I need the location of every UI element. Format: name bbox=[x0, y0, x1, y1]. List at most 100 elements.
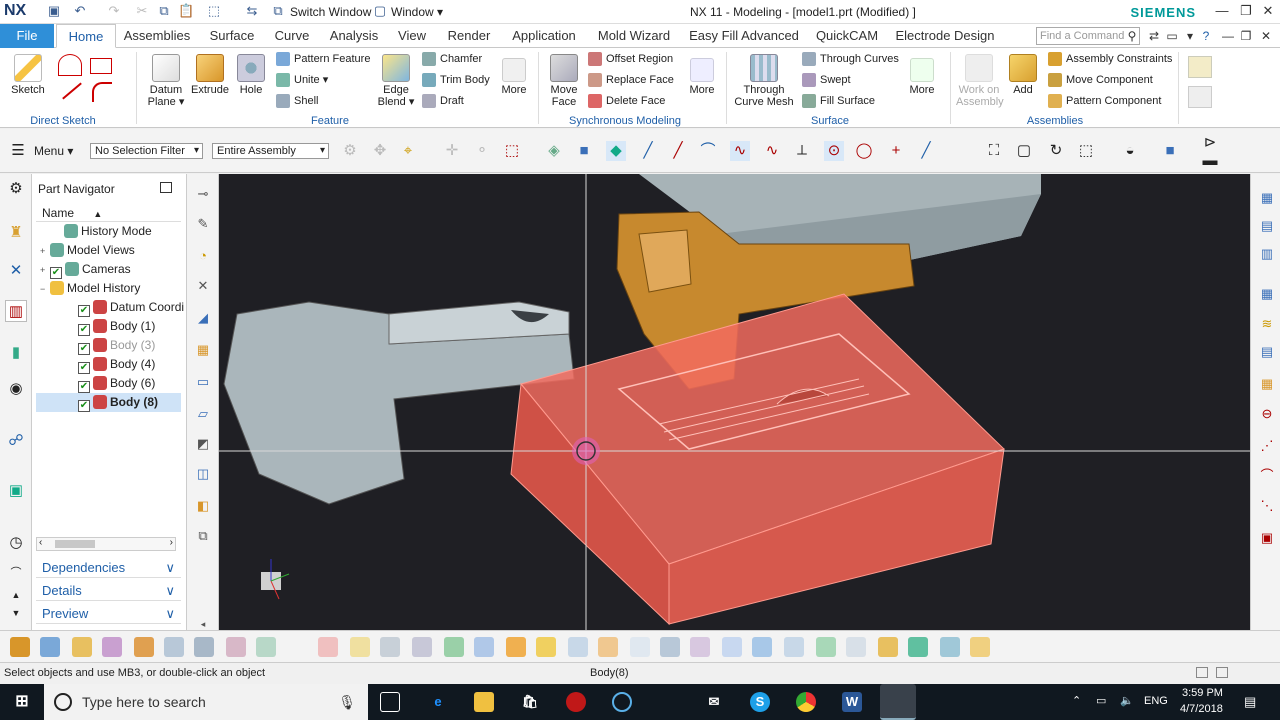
name-column-header[interactable]: Name ▲ bbox=[36, 204, 181, 222]
move-face-button[interactable]: Move Face bbox=[544, 54, 584, 108]
pattern-feature-button[interactable]: Pattern Feature bbox=[276, 50, 370, 68]
tab-curve[interactable]: Curve bbox=[268, 24, 316, 48]
toolbar-cylinder-icon[interactable] bbox=[72, 637, 92, 657]
toolbar-ribbed-icon[interactable] bbox=[752, 637, 772, 657]
chrome-icon[interactable] bbox=[796, 692, 816, 712]
visibility-checkbox[interactable]: ✔ bbox=[78, 381, 90, 393]
graphics-viewport[interactable] bbox=[219, 174, 1250, 630]
visibility-checkbox[interactable]: ✔ bbox=[78, 305, 90, 317]
toolbar-offset-icon[interactable] bbox=[412, 637, 432, 657]
status-fullscreen-icon[interactable] bbox=[1196, 667, 1208, 678]
chamfer-button[interactable]: Chamfer bbox=[422, 50, 482, 68]
toolbar-sphere-icon[interactable] bbox=[630, 637, 650, 657]
visibility-checkbox[interactable]: ✔ bbox=[78, 324, 90, 336]
toggle-icon[interactable]: ⇄ bbox=[1146, 28, 1162, 44]
redo-icon[interactable]: ↷ bbox=[106, 3, 122, 19]
toolbar-hand-icon[interactable] bbox=[970, 637, 990, 657]
toolbar-extract-icon[interactable] bbox=[380, 637, 400, 657]
scroll-left-icon[interactable]: ‹ bbox=[39, 537, 42, 548]
toolbar-arrow-icon[interactable] bbox=[444, 637, 464, 657]
select-all-icon[interactable]: ⌖ bbox=[398, 141, 418, 161]
dropdown-icon[interactable]: ▾ bbox=[1182, 28, 1198, 44]
right-tool-9-icon[interactable]: ⋰ bbox=[1257, 436, 1277, 456]
tree-row[interactable]: + ✔ Cameras bbox=[36, 260, 181, 279]
toolbar-project-icon[interactable] bbox=[318, 637, 338, 657]
copy-icon[interactable]: ⧉ bbox=[156, 3, 172, 19]
nx-app-icon[interactable] bbox=[880, 684, 916, 720]
toolbar-measure-icon[interactable] bbox=[940, 637, 960, 657]
language-indicator[interactable]: ENG bbox=[1144, 695, 1168, 707]
file-tab[interactable]: File bbox=[0, 24, 54, 48]
tab-easy-fill-advanced[interactable]: Easy Fill Advanced bbox=[686, 24, 802, 48]
measure-tool-icon[interactable]: ◔ bbox=[193, 246, 213, 266]
right-tool-6-icon[interactable]: ▤ bbox=[1257, 342, 1277, 362]
move-component-button[interactable]: Move Component bbox=[1048, 71, 1153, 89]
trim-body-button[interactable]: Trim Body bbox=[422, 71, 490, 89]
render-style-icon[interactable]: ◒ bbox=[1120, 141, 1140, 161]
surface-more-button[interactable]: More bbox=[904, 58, 940, 96]
roles-icon[interactable]: ⌒ bbox=[5, 562, 27, 584]
select-bodies-icon[interactable]: ■ bbox=[574, 141, 594, 161]
edit-section-icon[interactable]: ⊳ bbox=[1200, 133, 1220, 153]
task-view-icon[interactable] bbox=[380, 692, 400, 712]
tab-view[interactable]: View bbox=[392, 24, 432, 48]
split-tool-icon[interactable]: ⧉ bbox=[193, 526, 213, 546]
right-tool-12-icon[interactable]: ▣ bbox=[1257, 528, 1277, 548]
rectangle-select-icon[interactable]: ⬚ bbox=[502, 141, 522, 161]
tree-row[interactable]: History Mode bbox=[36, 222, 181, 241]
offset-tool-icon[interactable]: ◧ bbox=[193, 496, 213, 516]
midpoint-snap-icon[interactable]: ∿ bbox=[730, 141, 750, 161]
selection-intent-icon[interactable]: ⚬ bbox=[472, 141, 492, 161]
right-tool-1-icon[interactable]: ▦ bbox=[1257, 188, 1277, 208]
arc-icon[interactable] bbox=[58, 54, 82, 76]
snap-icon[interactable]: ✛ bbox=[442, 141, 462, 161]
curve-tool-icon[interactable]: ⊸ bbox=[193, 184, 213, 204]
add-component-button[interactable]: Add bbox=[1006, 54, 1040, 96]
swept-button[interactable]: Swept bbox=[802, 71, 851, 89]
search-icon[interactable]: ⚲ bbox=[1124, 28, 1140, 44]
delete-face-button[interactable]: Delete Face bbox=[588, 92, 665, 110]
general-selection-icon[interactable]: ⚙ bbox=[340, 141, 360, 161]
skype-icon[interactable]: S bbox=[750, 692, 770, 712]
preview-panel[interactable]: Preview ∨ bbox=[36, 604, 181, 624]
curve-snap-icon[interactable]: ╱ bbox=[638, 141, 658, 161]
through-curves-button[interactable]: Through Curves bbox=[802, 50, 899, 68]
status-window-icon[interactable] bbox=[1216, 667, 1228, 678]
draft-button[interactable]: Draft bbox=[422, 92, 464, 110]
restore-doc-icon[interactable]: ❐ bbox=[1238, 28, 1254, 44]
visibility-checkbox[interactable]: ✔ bbox=[50, 267, 62, 279]
hole-button[interactable]: Hole bbox=[232, 54, 270, 96]
tree-row[interactable]: ✔ Body (1) bbox=[36, 317, 181, 336]
offset-region-button[interactable]: Offset Region bbox=[588, 50, 673, 68]
toolbar-tube-icon[interactable] bbox=[568, 637, 588, 657]
right-tool-4-icon[interactable]: ▦ bbox=[1257, 284, 1277, 304]
toolbar-pad-icon[interactable] bbox=[536, 637, 556, 657]
point-on-curve-snap-icon[interactable]: ╱ bbox=[916, 141, 936, 161]
close-doc-icon[interactable]: ✕ bbox=[1258, 28, 1274, 44]
battery-icon[interactable]: ▭ bbox=[1096, 694, 1106, 707]
expand-toggle-icon[interactable]: − bbox=[40, 280, 50, 299]
view-cube-icon[interactable]: ■ bbox=[1160, 141, 1180, 161]
control-point-snap-icon[interactable]: ∿ bbox=[762, 141, 782, 161]
toolbar-wedge-icon[interactable] bbox=[660, 637, 680, 657]
expand-toggle-icon[interactable]: + bbox=[40, 242, 50, 261]
save-icon[interactable]: ▣ bbox=[46, 3, 62, 19]
toolbar-patch-icon[interactable] bbox=[816, 637, 836, 657]
quadrant-snap-icon[interactable]: ◯ bbox=[854, 141, 874, 161]
undo-icon[interactable]: ↶ bbox=[72, 3, 88, 19]
file-explorer-icon[interactable] bbox=[474, 692, 494, 712]
replace-face-button[interactable]: Replace Face bbox=[588, 71, 674, 89]
line-icon[interactable] bbox=[62, 82, 82, 100]
block-tool-icon[interactable]: ▦ bbox=[193, 340, 213, 360]
app-cortana-icon[interactable] bbox=[612, 692, 632, 712]
tab-home[interactable]: Home bbox=[56, 24, 116, 48]
fill-surface-button[interactable]: Fill Surface bbox=[802, 92, 875, 110]
windows-start-icon[interactable]: ⊞ bbox=[12, 692, 32, 712]
toolbar-link-icon[interactable] bbox=[908, 637, 928, 657]
help-icon[interactable]: ? bbox=[1198, 28, 1214, 44]
edge-blend-button[interactable]: Edge Blend ▾ bbox=[374, 54, 418, 108]
sketch-tool-icon[interactable]: ✎ bbox=[193, 214, 213, 234]
assembly-navigator-icon[interactable]: ♜ bbox=[5, 222, 27, 244]
dependencies-panel[interactable]: Dependencies ∨ bbox=[36, 558, 181, 578]
tab-render[interactable]: Render bbox=[442, 24, 496, 48]
